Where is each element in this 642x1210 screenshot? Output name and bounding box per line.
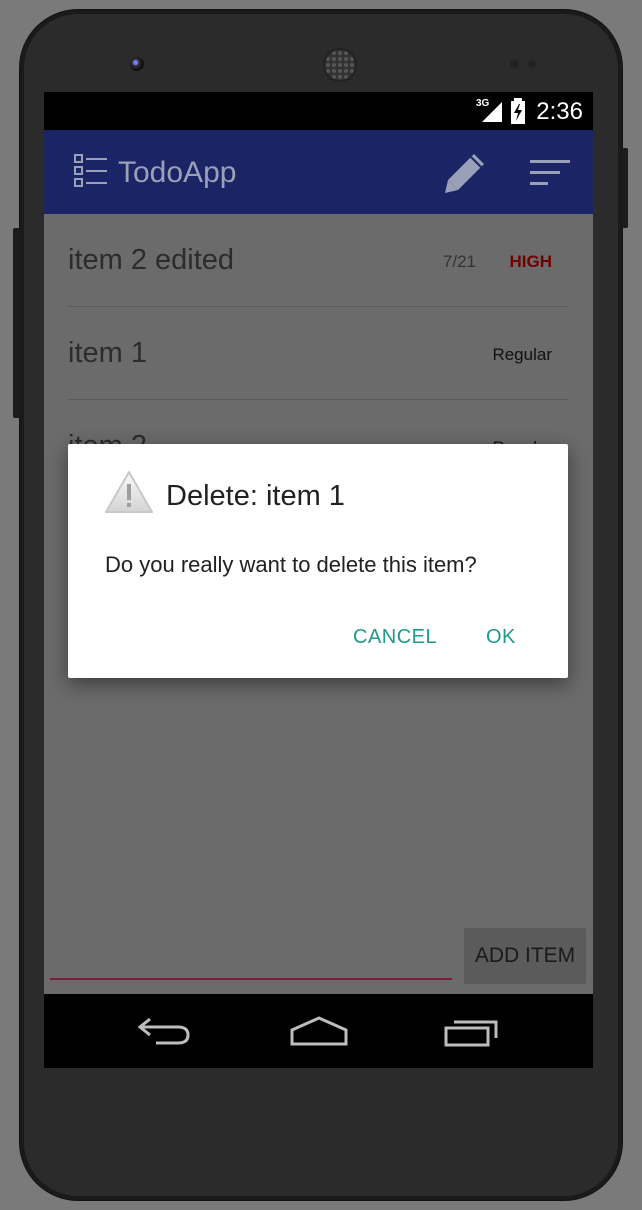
sort-icon[interactable]: [530, 160, 570, 186]
navigation-bar: [44, 994, 593, 1068]
volume-button: [13, 228, 20, 418]
item-priority: Regular: [492, 345, 552, 364]
status-bar: 3G 2:36: [44, 92, 593, 130]
cancel-button[interactable]: CANCEL: [353, 626, 437, 649]
item-name: item 2 edited: [68, 244, 235, 276]
item-priority: HIGH: [509, 252, 553, 271]
item-name: item 1: [68, 337, 147, 369]
list-item[interactable]: item 2 edited 7/21 HIGH: [68, 214, 568, 307]
item-date: 7/21: [442, 252, 476, 271]
dialog-message: Do you really want to delete this item?: [105, 552, 477, 577]
delete-dialog: Delete: item 1 Do you really want to del…: [68, 444, 568, 678]
warning-icon: [105, 471, 153, 513]
front-camera: [130, 57, 144, 71]
pencil-icon[interactable]: [444, 152, 486, 194]
power-button: [622, 148, 628, 228]
battery-icon: [511, 98, 525, 124]
home-icon[interactable]: [290, 1016, 348, 1046]
dialog-title: Delete: item 1: [166, 480, 345, 512]
app-bar: TodoApp: [44, 130, 593, 214]
signal-icon: [482, 102, 502, 122]
light-sensor: [528, 60, 536, 68]
list-icon: [74, 154, 107, 187]
app-title: TodoApp: [118, 156, 237, 189]
proximity-sensor: [510, 60, 518, 68]
list-item[interactable]: item 1 Regular: [68, 307, 568, 400]
earpiece-speaker: [325, 50, 355, 80]
new-item-input[interactable]: [50, 978, 452, 980]
back-icon[interactable]: [138, 1016, 190, 1046]
recent-apps-icon[interactable]: [444, 1018, 500, 1048]
add-item-button[interactable]: ADD ITEM: [464, 928, 586, 984]
status-time: 2:36: [536, 98, 583, 125]
ok-button[interactable]: OK: [486, 626, 516, 649]
